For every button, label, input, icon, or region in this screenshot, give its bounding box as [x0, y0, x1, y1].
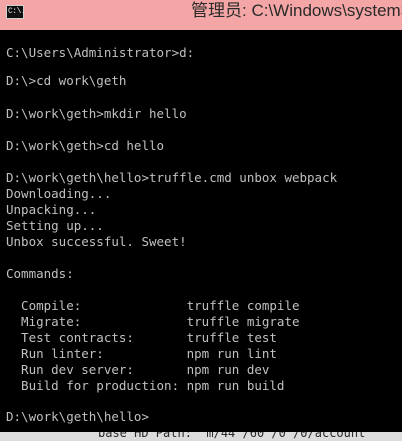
console-line: Unbox successful. Sweet! — [6, 234, 187, 249]
console-icon[interactable]: C:\. — [6, 5, 26, 19]
console-line: Run dev server: npm run dev — [6, 362, 270, 377]
console-line: Downloading... — [6, 186, 112, 201]
console-line: D:\>cd work\geth — [6, 73, 127, 88]
console-icon-label: C:\. — [8, 7, 26, 16]
console-line: D:\work\geth>cd hello — [6, 138, 165, 153]
console-line: Run linter: npm run lint — [6, 346, 277, 361]
console-line: Commands: — [6, 266, 74, 281]
console-line: Build for production: npm run build — [6, 378, 285, 393]
console-line: Compile: truffle compile — [6, 298, 300, 313]
console-line: Test contracts: truffle test — [6, 330, 277, 345]
console-output[interactable]: C:\Users\Administrator>d: D:\>cd work\ge… — [0, 30, 402, 432]
console-line: C:\Users\Administrator>d: — [6, 45, 195, 60]
console-line: Unpacking... — [6, 202, 97, 217]
window-title: 管理员: C:\Windows\system32 — [191, 1, 402, 20]
background-window-strip: base HD Path: m/44'/60'/0'/0/account — [0, 432, 402, 441]
console-line: Migrate: truffle migrate — [6, 314, 300, 329]
console-line: Setting up... — [6, 218, 104, 233]
command-prompt-window: C:\. 管理员: C:\Windows\system32 C:\Users\A… — [0, 0, 402, 441]
background-window-text: base HD Path: m/44'/60'/0'/0/account — [98, 432, 366, 440]
console-prompt-line: D:\work\geth\hello> — [6, 409, 149, 424]
console-line: D:\work\geth>mkdir hello — [6, 106, 187, 121]
console-line: D:\work\geth\hello>truffle.cmd unbox web… — [6, 170, 338, 185]
title-bar[interactable]: C:\. 管理员: C:\Windows\system32 — [0, 0, 402, 30]
